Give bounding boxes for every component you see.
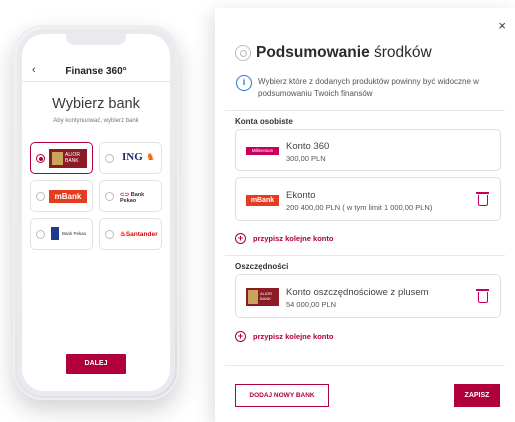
account-name: Ekonto bbox=[286, 190, 316, 201]
radio-unselected[interactable] bbox=[36, 230, 45, 239]
divider bbox=[225, 255, 505, 256]
mbank-logo: mBank bbox=[49, 190, 87, 203]
millennium-logo: Millennium bbox=[246, 147, 279, 155]
bank-option-santander[interactable]: ♨Santander bbox=[99, 218, 162, 250]
ing-lion-icon: ♞ bbox=[146, 152, 155, 163]
add-account-link-savings[interactable]: + przypisz kolejne konto bbox=[235, 331, 333, 342]
section-label-savings: Oszczędności bbox=[235, 262, 289, 271]
save-button[interactable]: ZAPISZ bbox=[454, 384, 500, 407]
radio-unselected[interactable] bbox=[105, 192, 114, 201]
phone-notch bbox=[66, 34, 126, 45]
bank-option-pekao-blue[interactable]: Bank Pekao bbox=[30, 218, 93, 250]
section-label-personal: Konta osobiste bbox=[235, 117, 293, 126]
modal-title-rest: środków bbox=[374, 44, 432, 61]
close-icon[interactable]: × bbox=[498, 18, 506, 33]
modal-title-bold: Podsumowanie bbox=[256, 44, 370, 61]
radio-unselected[interactable] bbox=[105, 154, 114, 163]
account-amount: 54 000,00 PLN bbox=[286, 300, 337, 309]
account-name: Konto 360 bbox=[286, 141, 330, 152]
summary-modal: × Podsumowanie środków i Wybierz które z… bbox=[215, 8, 515, 422]
next-button[interactable]: DALEJ bbox=[66, 354, 126, 374]
bank-option-mbank[interactable]: mBank bbox=[30, 180, 93, 212]
account-name: Konto oszczędnościowe z plusem bbox=[286, 287, 429, 298]
account-card-ekonto[interactable]: mBank Ekonto 200 400,00 PLN ( w tym limi… bbox=[235, 177, 501, 221]
phone-mockup: ‹ Finanse 360° Wybierz bank Aby kontynuo… bbox=[13, 25, 179, 400]
bank-option-pekao[interactable]: ⊂⊃ Bank Pekao bbox=[99, 180, 162, 212]
santander-logo: ♨Santander bbox=[120, 231, 158, 238]
phone-title: Finanse 360° bbox=[65, 66, 127, 77]
plus-icon: + bbox=[235, 233, 246, 244]
phone-header: ‹ Finanse 360° bbox=[22, 60, 170, 82]
account-amount: 200 400,00 PLN ( w tym limit 1 000,00 PL… bbox=[286, 203, 433, 212]
bank-option-ing[interactable]: ING ♞ bbox=[99, 142, 162, 174]
pekao-logo: ⊂⊃ Bank Pekao bbox=[120, 192, 145, 204]
bank-building-icon bbox=[51, 227, 59, 240]
modal-title: Podsumowanie środków bbox=[235, 44, 432, 62]
account-card-savings[interactable]: ALIOR BANK Konto oszczędnościowe z pluse… bbox=[235, 274, 501, 318]
radio-unselected[interactable] bbox=[105, 230, 114, 239]
add-account-label: przypisz kolejne konto bbox=[253, 332, 334, 341]
account-amount: 300,00 PLN bbox=[286, 154, 326, 163]
mbank-logo: mBank bbox=[246, 195, 279, 206]
divider bbox=[225, 110, 505, 111]
choose-bank-heading: Wybierz bank bbox=[52, 96, 140, 112]
add-new-bank-button[interactable]: DODAJ NOWY BANK bbox=[235, 384, 329, 407]
divider bbox=[225, 365, 505, 366]
phone-screen: ‹ Finanse 360° Wybierz bank Aby kontynuo… bbox=[22, 34, 170, 391]
gear-icon bbox=[235, 45, 251, 61]
alior-logo: ALIOR BANK bbox=[246, 288, 279, 306]
alior-logo: ALIOR BANK bbox=[49, 149, 87, 168]
bank-pekao-blue-logo: Bank Pekao bbox=[62, 231, 87, 236]
account-card-konto-360[interactable]: Millennium Konto 360 300,00 PLN bbox=[235, 129, 501, 171]
ing-logo: ING bbox=[122, 151, 143, 163]
radio-unselected[interactable] bbox=[36, 192, 45, 201]
radio-selected[interactable] bbox=[36, 154, 45, 163]
add-account-link-personal[interactable]: + przypisz kolejne konto bbox=[235, 233, 333, 244]
info-icon: i bbox=[236, 75, 252, 91]
info-text: Wybierz które z dodanych produktów powin… bbox=[258, 77, 479, 98]
trash-icon[interactable] bbox=[476, 192, 489, 206]
choose-bank-subheading: Aby kontynuować, wybierz bank bbox=[53, 118, 139, 124]
trash-icon[interactable] bbox=[476, 289, 489, 303]
add-account-label: przypisz kolejne konto bbox=[253, 234, 334, 243]
bank-option-alior[interactable]: ALIOR BANK bbox=[30, 142, 93, 174]
plus-icon: + bbox=[235, 331, 246, 342]
